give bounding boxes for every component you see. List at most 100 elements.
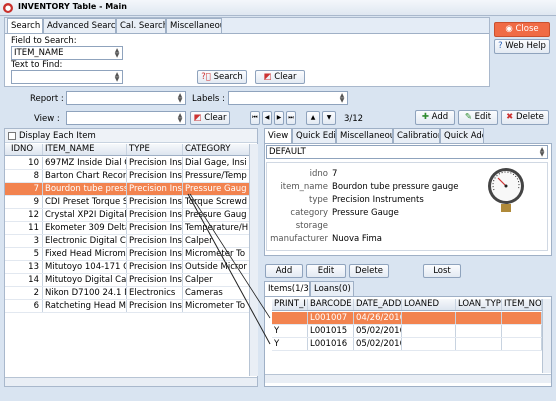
scroll-up-button[interactable]: ▲ bbox=[306, 111, 320, 125]
table-cell: Crystal XP2I Digital Pr bbox=[45, 209, 127, 221]
detail-field-value: Pressure Gauge bbox=[332, 208, 399, 218]
item-lost-button[interactable]: Lost bbox=[423, 264, 461, 278]
item-cell: Y bbox=[272, 325, 308, 337]
add-record-button[interactable]: ✚ Add bbox=[415, 110, 455, 125]
item-delete-button[interactable]: Delete bbox=[349, 264, 389, 278]
tab-quick-add[interactable]: Quick Add bbox=[440, 128, 484, 143]
table-cell: 14 bbox=[5, 274, 43, 286]
display-each-label: Display Each Item bbox=[19, 131, 96, 141]
item-cell bbox=[502, 325, 542, 337]
display-each-checkbox[interactable] bbox=[8, 132, 16, 140]
col-category[interactable]: CATEGORY bbox=[183, 144, 250, 155]
delete-record-button[interactable]: ✖ Delete bbox=[501, 110, 549, 125]
web-help-button[interactable]: ? Web Help bbox=[494, 39, 550, 54]
record-count: 3/12 bbox=[344, 114, 364, 124]
edit-label: Edit bbox=[474, 112, 492, 122]
table-cell: 6 bbox=[5, 300, 43, 312]
item-add-button[interactable]: Add bbox=[265, 264, 303, 278]
tab-miscellaneous-detail[interactable]: Miscellaneous bbox=[336, 128, 393, 143]
table-row[interactable]: 6Ratcheting Head MicrPrecision InstrMicr… bbox=[5, 300, 250, 313]
table-cell: CDI Preset Torque Sc bbox=[45, 196, 127, 208]
table-cell: Precision Instr bbox=[129, 209, 183, 221]
table-cell: Micrometer To bbox=[183, 300, 250, 312]
grid-horizontal-scrollbar[interactable] bbox=[5, 377, 257, 386]
table-cell: Precision Instr bbox=[129, 222, 183, 234]
col-date-added[interactable]: DATE_ADDI bbox=[354, 299, 402, 310]
table-row[interactable]: 11Ekometer 309 Delta TPrecision InstrTem… bbox=[5, 222, 250, 235]
tab-search[interactable]: Search bbox=[7, 18, 43, 34]
field-to-search-select[interactable]: ITEM_NAME ▲ ▼ bbox=[11, 46, 123, 60]
sub-grid-horizontal-scrollbar[interactable] bbox=[265, 374, 551, 383]
table-cell: Dial Gage, Insi bbox=[183, 157, 250, 169]
prev-record-button[interactable]: ◀ bbox=[262, 111, 272, 125]
item-cell bbox=[402, 325, 456, 337]
detail-field-key: manufacturer bbox=[270, 234, 328, 244]
col-loaned[interactable]: LOANED bbox=[402, 299, 456, 310]
tab-advanced-search[interactable]: Advanced Search bbox=[43, 18, 116, 33]
col-item-notes[interactable]: ITEM_NOT bbox=[502, 299, 542, 310]
labels-select[interactable]: ▲ ▼ bbox=[228, 91, 348, 105]
grid-vertical-scrollbar[interactable] bbox=[249, 144, 258, 376]
table-row[interactable]: 10 697MZ Inside Dial Ga Precision Instr Dia… bbox=[5, 157, 250, 170]
view-clear-button[interactable]: ◩ Clear bbox=[190, 111, 230, 125]
table-row[interactable]: 2Nikon D7100 24.1 MFElectronicsCameras bbox=[5, 287, 250, 300]
edit-record-button[interactable]: ✎ Edit bbox=[458, 110, 498, 125]
table-row[interactable]: 7Bourdon tube pressurPrecision InstrPres… bbox=[5, 183, 250, 196]
tab-quick-edit[interactable]: Quick Edit bbox=[292, 128, 336, 143]
scroll-down-button[interactable]: ▼ bbox=[322, 111, 336, 125]
next-record-button[interactable]: ▶ bbox=[274, 111, 284, 125]
table-cell: Electronics bbox=[127, 287, 183, 299]
table-row[interactable]: 13 Mitutoyo 104-171 Ou Precision Instr Outs… bbox=[5, 261, 250, 274]
table-row[interactable]: 8Barton Chart RecordePrecision InstrPres… bbox=[5, 170, 250, 183]
detail-field-key: category bbox=[290, 208, 328, 218]
table-cell: Precision Instr bbox=[129, 235, 183, 247]
table-row[interactable]: 3Electronic Digital CalipPrecision Instr… bbox=[5, 235, 250, 248]
col-item-name[interactable]: ITEM_NAME bbox=[43, 144, 127, 155]
item-cell: L001016 bbox=[308, 338, 354, 350]
item-edit-button[interactable]: Edit bbox=[306, 264, 346, 278]
table-row[interactable]: 12Crystal XP2I Digital PrPrecision Instr… bbox=[5, 209, 250, 222]
tab-calibration[interactable]: Calibration bbox=[393, 128, 440, 143]
clear-search-button[interactable]: ◩ Clear bbox=[255, 70, 305, 84]
col-print[interactable]: PRINT_I bbox=[272, 299, 308, 310]
tab-miscellaneous[interactable]: Miscellaneous bbox=[166, 18, 222, 33]
table-cell: Precision Instr bbox=[129, 300, 183, 312]
view-layout-select[interactable]: DEFAULT ▲ ▼ bbox=[266, 145, 548, 159]
first-record-button[interactable]: ⏮ bbox=[250, 111, 260, 125]
labels-label: Labels : bbox=[192, 94, 225, 104]
tab-items[interactable]: Items(1/3) bbox=[264, 281, 310, 297]
table-cell: Precision Instr bbox=[129, 196, 183, 208]
detail-field-value: Precision Instruments bbox=[332, 195, 424, 205]
table-cell: Calper bbox=[183, 235, 250, 247]
view-select[interactable]: ▲ ▼ bbox=[66, 111, 186, 125]
select-spin-icon: ▲ ▼ bbox=[539, 146, 545, 158]
tab-loans[interactable]: Loans(0) bbox=[310, 281, 354, 296]
tab-cal-search[interactable]: Cal. Search bbox=[116, 18, 166, 33]
detail-field-key: idno bbox=[309, 169, 328, 179]
table-cell: 13 bbox=[5, 261, 43, 273]
tab-view[interactable]: View bbox=[264, 128, 292, 144]
search-button[interactable]: ?⃝ Search bbox=[197, 70, 247, 84]
col-type[interactable]: TYPE bbox=[127, 144, 183, 155]
col-idno[interactable]: IDNO bbox=[5, 144, 43, 155]
close-button[interactable]: ◉ Close bbox=[494, 22, 550, 37]
select-spin-icon: ▲ ▼ bbox=[339, 92, 345, 104]
table-cell: 2 bbox=[5, 287, 43, 299]
col-barcode[interactable]: BARCODE bbox=[308, 299, 354, 310]
table-cell: Pressure Gaug bbox=[183, 209, 250, 221]
table-cell: Mitutoyo Digital Calip bbox=[45, 274, 127, 286]
text-to-find-input[interactable]: ▲ ▼ bbox=[11, 70, 123, 84]
sub-grid-vertical-scrollbar[interactable] bbox=[542, 299, 551, 373]
table-cell: Precision Instr bbox=[129, 170, 183, 182]
sub-grid-body: L001007 04/26/2016 Y L001015 05/02/2016 Y L001… bbox=[272, 312, 542, 357]
table-row[interactable]: 14Mitutoyo Digital CalipPrecision InstrC… bbox=[5, 274, 250, 287]
col-loan-type[interactable]: LOAN_TYPI bbox=[456, 299, 502, 310]
item-row[interactable]: Y L001016 05/02/2016 bbox=[272, 338, 542, 351]
last-record-button[interactable]: ⏭ bbox=[286, 111, 296, 125]
item-cell: L001007 bbox=[308, 312, 354, 324]
table-row[interactable]: 9 CDI Preset Torque Sc Precision Instr Torq… bbox=[5, 196, 250, 209]
report-select[interactable]: ▲ ▼ bbox=[66, 91, 186, 105]
item-row[interactable]: Y L001015 05/02/2016 bbox=[272, 325, 542, 338]
item-row[interactable]: L001007 04/26/2016 bbox=[272, 312, 542, 325]
table-row[interactable]: 5 Fixed Head Micromet Precision Instr Micro… bbox=[5, 248, 250, 261]
